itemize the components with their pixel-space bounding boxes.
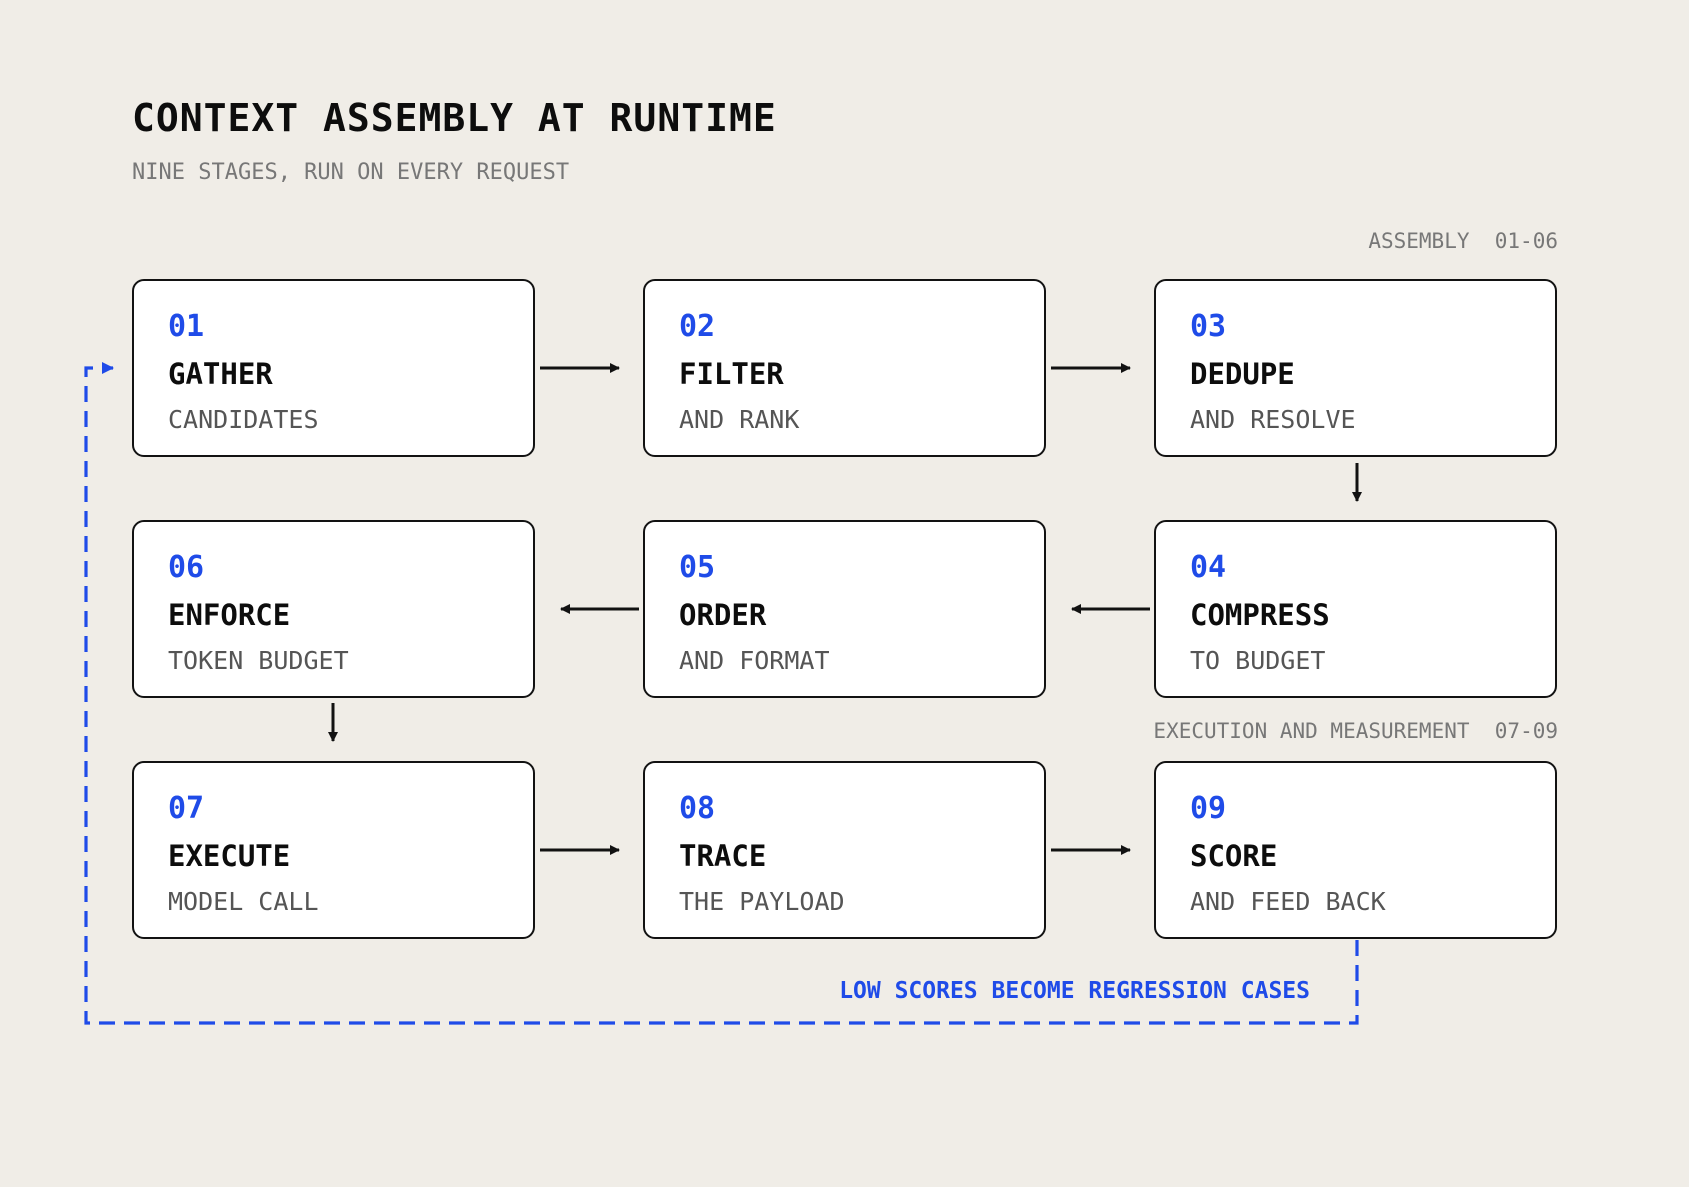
stage-number: 06 (168, 550, 205, 585)
stage-name: SCORE (1190, 839, 1278, 873)
stage-box-06: 06 ENFORCE TOKEN BUDGET (132, 520, 535, 698)
stage-description: AND FORMAT (679, 646, 830, 675)
feedback-label: LOW SCORES BECOME REGRESSION CASES (839, 978, 1310, 1004)
stage-box-08: 08 TRACE THE PAYLOAD (643, 761, 1046, 939)
stage-description: TO BUDGET (1190, 646, 1326, 675)
stage-name: EXECUTE (168, 839, 291, 873)
stage-description: THE PAYLOAD (679, 887, 845, 916)
stage-box-09: 09 SCORE AND FEED BACK (1154, 761, 1557, 939)
stage-name: DEDUPE (1190, 357, 1295, 391)
stage-number: 07 (168, 791, 205, 826)
stage-description: MODEL CALL (168, 887, 319, 916)
stage-number: 04 (1190, 550, 1227, 585)
stage-description: AND RESOLVE (1190, 405, 1356, 434)
stage-box-05: 05 ORDER AND FORMAT (643, 520, 1046, 698)
stage-number: 05 (679, 550, 716, 585)
stage-box-04: 04 COMPRESS TO BUDGET (1154, 520, 1557, 698)
stage-number: 02 (679, 309, 716, 344)
stage-description: AND RANK (679, 405, 800, 434)
stage-description: TOKEN BUDGET (168, 646, 349, 675)
stage-box-02: 02 FILTER AND RANK (643, 279, 1046, 457)
stage-name: COMPRESS (1190, 598, 1330, 632)
stage-box-07: 07 EXECUTE MODEL CALL (132, 761, 535, 939)
stage-name: GATHER (168, 357, 273, 391)
stage-description: CANDIDATES (168, 405, 319, 434)
stage-number: 08 (679, 791, 716, 826)
stage-name: FILTER (679, 357, 784, 391)
stage-box-01: 01 GATHER CANDIDATES (132, 279, 535, 457)
stage-description: AND FEED BACK (1190, 887, 1386, 916)
stage-box-03: 03 DEDUPE AND RESOLVE (1154, 279, 1557, 457)
stage-name: TRACE (679, 839, 767, 873)
stage-name: ENFORCE (168, 598, 291, 632)
stage-name: ORDER (679, 598, 767, 632)
stage-number: 09 (1190, 791, 1227, 826)
stage-number: 01 (168, 309, 205, 344)
stage-number: 03 (1190, 309, 1227, 344)
